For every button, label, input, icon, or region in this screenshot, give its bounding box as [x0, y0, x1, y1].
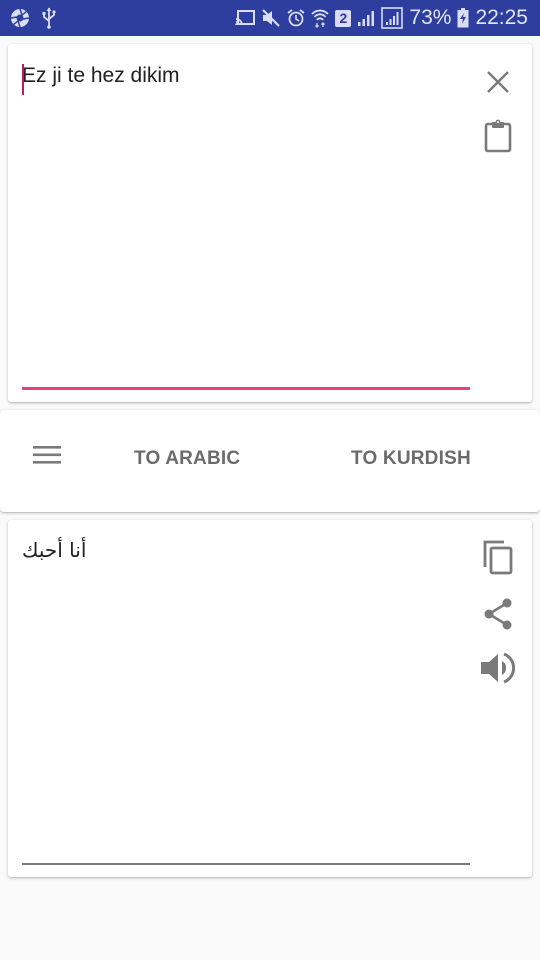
copy-icon: [482, 539, 514, 580]
aperture-icon: [10, 8, 30, 28]
cast-icon: [235, 10, 256, 26]
to-arabic-button[interactable]: TO ARABIC: [134, 448, 240, 470]
usb-icon: [42, 7, 56, 29]
mute-icon: [261, 9, 281, 27]
clipboard-icon: [484, 119, 512, 158]
source-text-card: Ez ji te hez dikim: [8, 44, 532, 402]
paste-button[interactable]: [480, 119, 516, 158]
copy-button[interactable]: [480, 540, 516, 578]
sim-2-badge: 2: [335, 9, 352, 27]
speak-button[interactable]: [478, 650, 518, 690]
menu-button[interactable]: [30, 444, 64, 470]
wifi-icon: [311, 8, 330, 28]
status-bar: 2 73% 22:25: [0, 0, 540, 36]
output-underline: [22, 863, 470, 865]
close-icon: [486, 70, 510, 99]
translation-result-card: أنا أحبك: [8, 520, 532, 877]
clock: 22:25: [475, 6, 528, 29]
input-underline: [22, 387, 470, 390]
clear-button[interactable]: [480, 66, 516, 102]
battery-charging-icon: [457, 8, 469, 28]
share-button[interactable]: [480, 598, 516, 634]
signal-icon: [357, 9, 375, 27]
to-kurdish-button[interactable]: TO KURDISH: [351, 448, 471, 470]
battery-percent: 73%: [409, 6, 452, 29]
translate-actions-bar: TO ARABIC TO KURDISH: [0, 410, 540, 512]
volume-icon: [480, 650, 516, 691]
share-icon: [483, 598, 513, 635]
menu-icon: [33, 445, 61, 470]
alarm-icon: [287, 9, 305, 27]
signal-boxed-icon: [381, 7, 404, 29]
translated-text: أنا أحبك: [22, 538, 87, 562]
source-text-input[interactable]: Ez ji te hez dikim: [22, 64, 180, 88]
text-cursor: [22, 64, 24, 95]
